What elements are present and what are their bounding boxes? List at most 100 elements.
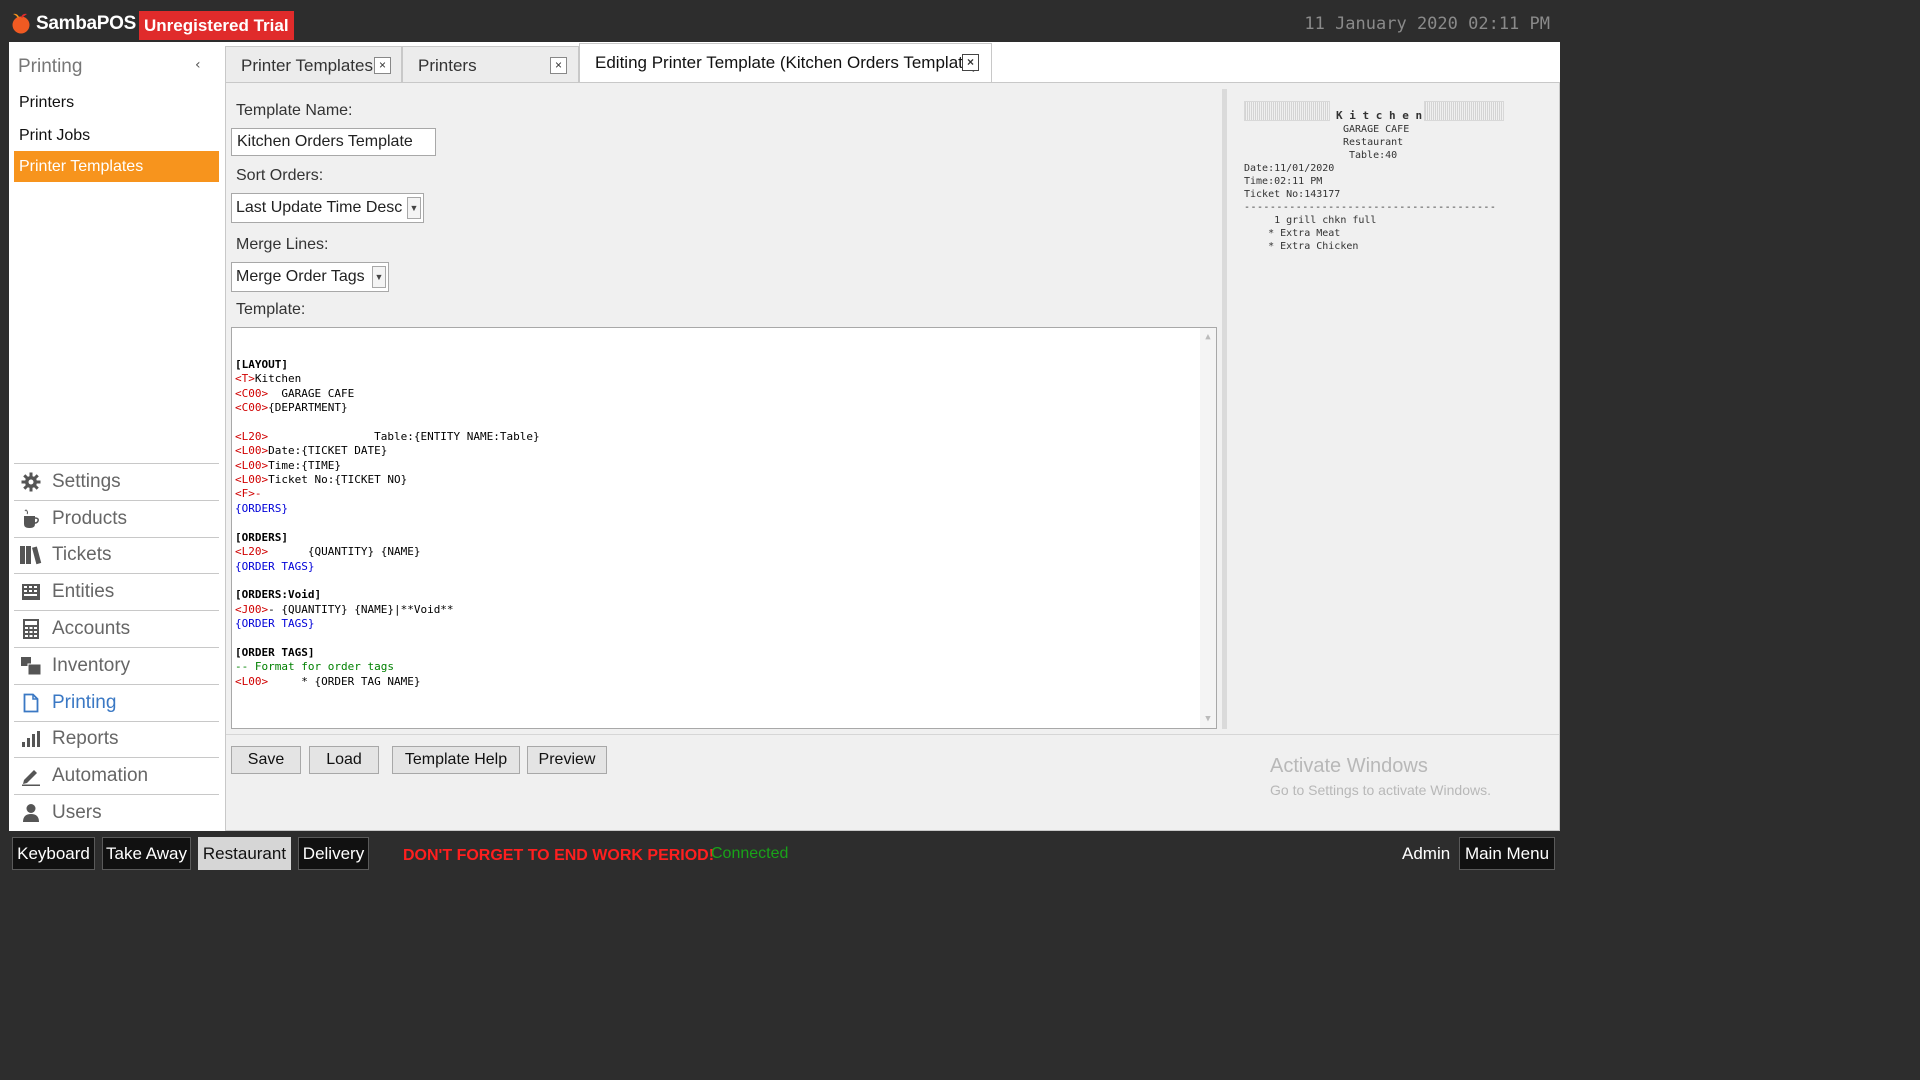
code-token: [LAYOUT] xyxy=(235,357,288,371)
save-button[interactable]: Save xyxy=(231,746,301,774)
preview-detail: Time:02:11 PM xyxy=(1244,176,1323,187)
code-token: - {QUANTITY} {NAME}|**Void** xyxy=(268,602,454,616)
preview-detail: Ticket No:143177 xyxy=(1244,189,1341,200)
books-icon xyxy=(19,544,43,566)
sidebar-item-printers[interactable]: Printers xyxy=(14,87,219,118)
code-token: {QUANTITY} {NAME} xyxy=(268,545,421,559)
template-code-line: [ORDERS] xyxy=(235,531,1213,545)
template-name-label: Template Name: xyxy=(236,102,353,119)
nav-automation[interactable]: Automation xyxy=(14,757,219,794)
tab-label: Printer Templates xyxy=(241,56,373,75)
sidebar: Printing ‹ Printers Print Jobs Printer T… xyxy=(9,42,223,831)
nav-printing[interactable]: Printing xyxy=(14,683,219,721)
preview-line: GARAGE CAFE xyxy=(1343,124,1410,135)
gear-icon xyxy=(19,471,43,493)
tab-editing-printer-template[interactable]: Editing Printer Template (Kitchen Orders… xyxy=(579,43,992,84)
code-token: <F>- xyxy=(235,487,262,501)
chevron-down-icon: ▼ xyxy=(407,197,421,219)
sidebar-item-print-jobs[interactable]: Print Jobs xyxy=(14,120,219,151)
preview-line: Restaurant xyxy=(1343,137,1404,148)
watermark-title: Activate Windows xyxy=(1270,755,1428,777)
department-take-away-button[interactable]: Take Away xyxy=(102,837,191,870)
tab-label: Printers xyxy=(418,56,477,75)
preview-line: Table:40 xyxy=(1349,150,1398,161)
preview-title-fill-right xyxy=(1424,101,1504,121)
template-code-line: [ORDER TAGS] xyxy=(235,646,1213,660)
template-code-line xyxy=(235,415,1213,429)
template-code-line: <L20> {QUANTITY} {NAME} xyxy=(235,545,1213,559)
code-token: <L00> xyxy=(235,458,269,472)
merge-lines-select[interactable]: Merge Order Tags ▼ xyxy=(231,262,389,292)
template-preview-pane: K i t c h e n GARAGE CAFE Restaurant Tab… xyxy=(1222,89,1557,729)
nav-label: Inventory xyxy=(52,654,131,676)
template-code-line: <T>Kitchen xyxy=(235,372,1213,386)
nav-reports[interactable]: Reports xyxy=(14,720,219,758)
preview-detail: Date:11/01/2020 xyxy=(1244,163,1335,174)
code-token: Time:{TIME} xyxy=(268,458,341,472)
department-keyboard-button[interactable]: Keyboard xyxy=(12,837,95,870)
tab-printers[interactable]: Printers × xyxy=(402,46,579,83)
nav-entities[interactable]: Entities xyxy=(14,573,219,610)
template-code-line: <L20> Table:{ENTITY NAME:Table} xyxy=(235,430,1213,444)
preview-title-fill-left xyxy=(1244,101,1330,121)
nav-users[interactable]: Users xyxy=(14,794,219,831)
tab-printer-templates[interactable]: Printer Templates × xyxy=(225,46,402,83)
code-token: Date:{TICKET DATE} xyxy=(268,444,388,458)
nav-tickets[interactable]: Tickets xyxy=(14,536,219,574)
nav-label: Printing xyxy=(52,691,117,713)
main-menu-button[interactable]: Main Menu xyxy=(1459,837,1555,870)
scroll-down-icon[interactable]: ▼ xyxy=(1203,714,1213,724)
load-button[interactable]: Load xyxy=(309,746,379,774)
current-user[interactable]: Admin xyxy=(1402,844,1450,864)
code-token: Ticket No:{TICKET NO} xyxy=(268,473,408,487)
code-token: [ORDER TAGS] xyxy=(235,645,315,659)
nav-settings[interactable]: Settings xyxy=(14,463,219,500)
editor-scrollbar[interactable]: ▲ ▼ xyxy=(1200,328,1216,728)
code-token: <L00> xyxy=(235,473,269,487)
bar-chart-icon xyxy=(19,728,43,750)
code-token: <J00> xyxy=(235,602,269,616)
template-editor-panel: Template Name: Kitchen Orders Template S… xyxy=(225,82,1560,831)
main-nav-menu: Settings Products Tickets Entities Accou… xyxy=(14,463,219,831)
template-code-line: {ORDERS} xyxy=(235,502,1213,516)
nav-accounts[interactable]: Accounts xyxy=(14,610,219,647)
close-icon[interactable]: × xyxy=(550,57,567,74)
template-label: Template: xyxy=(236,301,306,318)
tab-strip: Printer Templates × Printers × Editing P… xyxy=(225,43,1560,84)
chevron-left-icon[interactable]: ‹ xyxy=(195,57,201,73)
calculator-icon xyxy=(19,618,43,640)
code-token: <C00> xyxy=(235,386,269,400)
template-code-line: <C00>{DEPARTMENT} xyxy=(235,401,1213,415)
merge-lines-label: Merge Lines: xyxy=(236,236,329,253)
nav-label: Tickets xyxy=(52,544,112,566)
editor-lines: [LAYOUT] <T>Kitchen <C00> GARAGE CAFE <C00>… xyxy=(235,358,1213,689)
code-token: <L00> xyxy=(235,674,269,688)
connection-status: Connected xyxy=(711,845,789,862)
department-delivery-button[interactable]: Delivery xyxy=(298,837,369,870)
preview-button[interactable]: Preview xyxy=(527,746,607,774)
preview-order-line: * Extra Meat xyxy=(1244,228,1341,239)
close-icon[interactable]: × xyxy=(962,54,979,71)
template-code-line: [ORDERS:Void] xyxy=(235,588,1213,602)
sort-orders-select[interactable]: Last Update Time Desc ▼ xyxy=(231,193,424,223)
nav-label: Users xyxy=(52,802,102,824)
nav-products[interactable]: Products xyxy=(14,499,219,537)
code-token: {DEPARTMENT} xyxy=(268,401,348,415)
activate-windows-watermark: Activate Windows Go to Settings to activ… xyxy=(1270,755,1491,798)
template-name-input[interactable]: Kitchen Orders Template xyxy=(231,128,436,156)
template-code-line: <L00> * {ORDER TAG NAME} xyxy=(235,675,1213,689)
template-help-button[interactable]: Template Help xyxy=(392,746,520,774)
template-code-line: [LAYOUT] xyxy=(235,358,1213,372)
template-code-line xyxy=(235,632,1213,646)
merge-lines-value: Merge Order Tags xyxy=(236,268,365,285)
close-icon[interactable]: × xyxy=(374,57,391,74)
bottom-bar: Keyboard Take Away Restaurant Delivery D… xyxy=(0,831,1568,882)
sidebar-item-printer-templates[interactable]: Printer Templates xyxy=(14,151,219,182)
scroll-up-icon[interactable]: ▲ xyxy=(1203,332,1213,342)
department-restaurant-button[interactable]: Restaurant xyxy=(198,837,291,870)
datetime-display: 11 January 2020 02:11 PM xyxy=(1304,14,1550,34)
watermark-subtitle: Go to Settings to activate Windows. xyxy=(1270,782,1491,798)
nav-inventory[interactable]: Inventory xyxy=(14,646,219,684)
panel-divider xyxy=(226,734,1559,735)
template-code-editor[interactable]: [LAYOUT] <T>Kitchen <C00> GARAGE CAFE <C00>… xyxy=(231,327,1217,729)
